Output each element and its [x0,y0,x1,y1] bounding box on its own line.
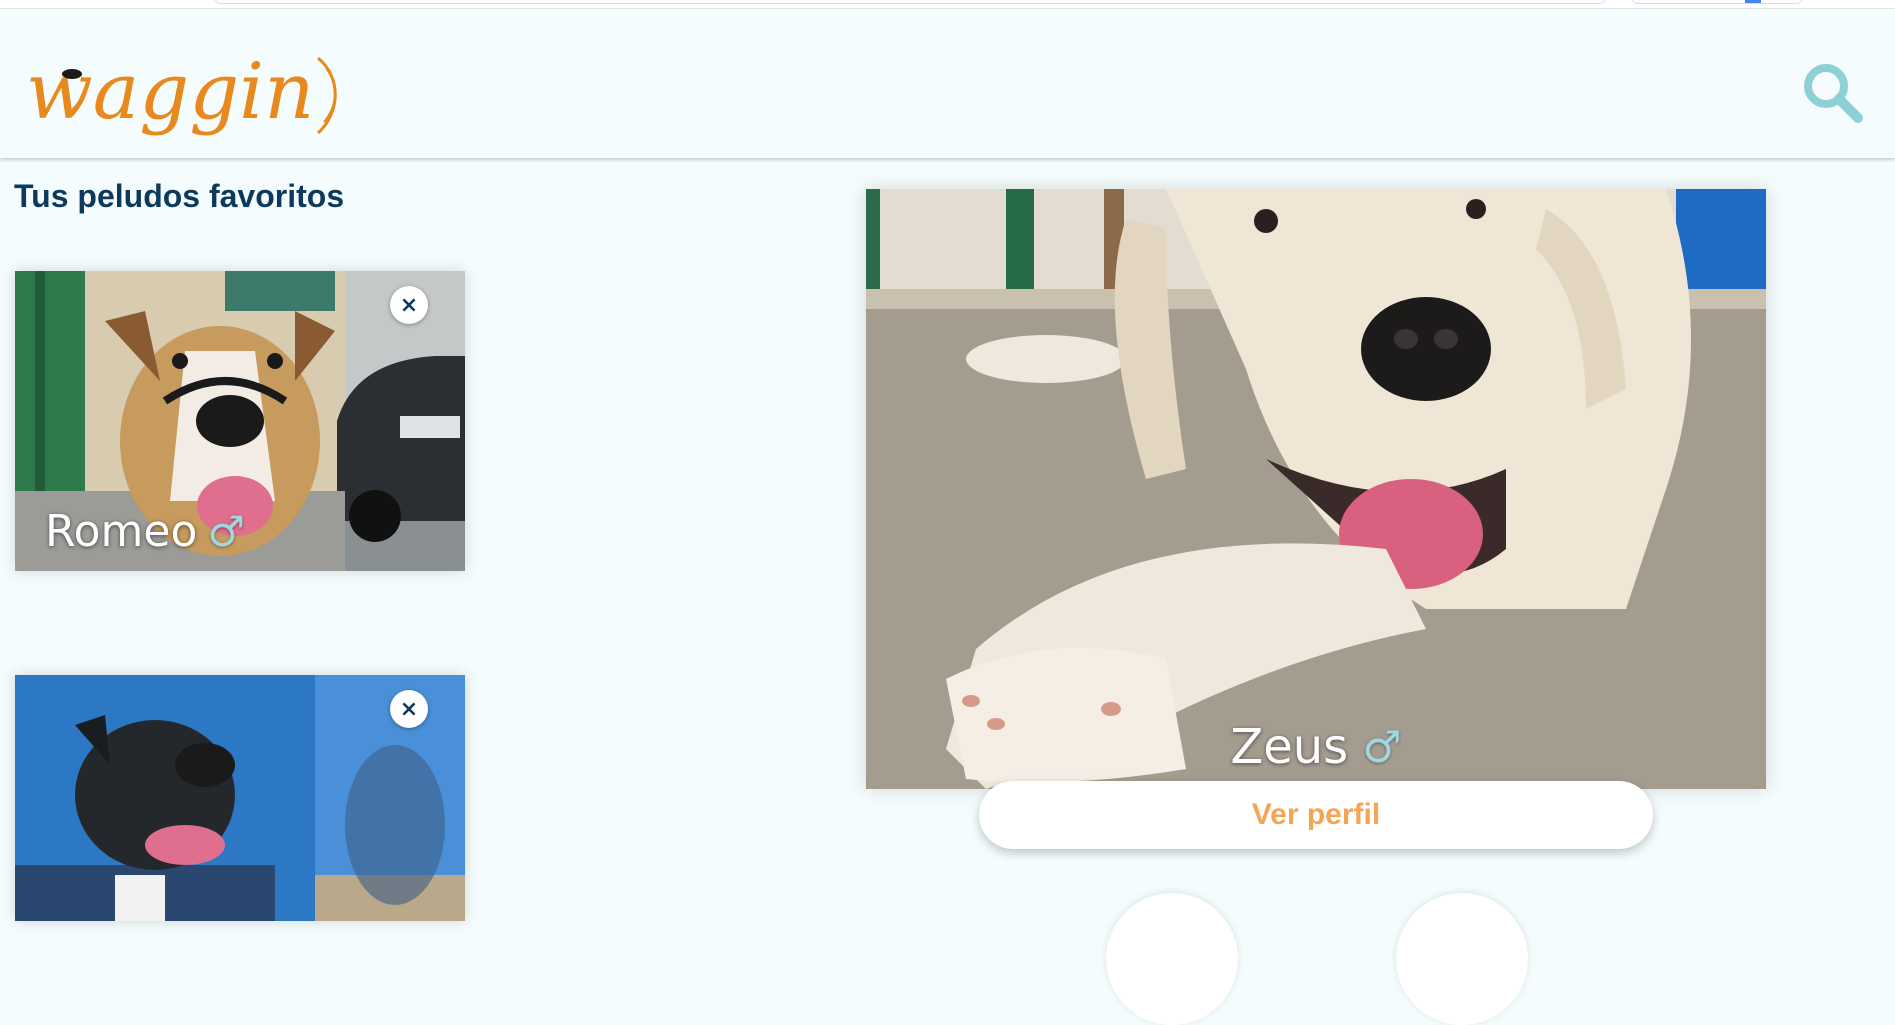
svg-text:waggin: waggin [26,47,314,137]
close-icon: × [399,292,419,318]
app-header: waggin [0,10,1895,158]
remove-favorite-button[interactable]: × [390,690,428,728]
male-icon: ♂ [1362,721,1402,773]
search-icon [1804,64,1863,123]
favorites-title: Tus peludos favoritos [14,178,345,214]
dislike-button[interactable] [1106,893,1238,1025]
remove-favorite-button[interactable]: × [390,286,428,324]
favorite-card[interactable]: × [15,675,465,921]
male-icon: ♂ [207,507,246,556]
dog-photo [866,189,1766,789]
favorite-name: Romeo ♂ [45,506,245,557]
address-bar[interactable] [215,0,1605,4]
pet-name: Romeo [45,506,198,557]
browser-toolbar-pill [1632,0,1802,4]
featured-pet-name: Zeus ♂ [866,719,1766,775]
favorite-card[interactable]: × Romeo ♂ [15,271,465,571]
browser-indicator [1745,0,1761,3]
featured-pet-card[interactable]: Zeus ♂ [866,189,1766,789]
pet-name: Zeus [1230,719,1349,775]
close-icon: × [399,696,419,722]
waggin-logo[interactable]: waggin [22,38,342,168]
like-button[interactable] [1396,893,1528,1025]
search-button[interactable] [1800,60,1864,124]
browser-chrome-strip [0,0,1895,9]
view-profile-button[interactable]: Ver perfil [979,781,1653,849]
